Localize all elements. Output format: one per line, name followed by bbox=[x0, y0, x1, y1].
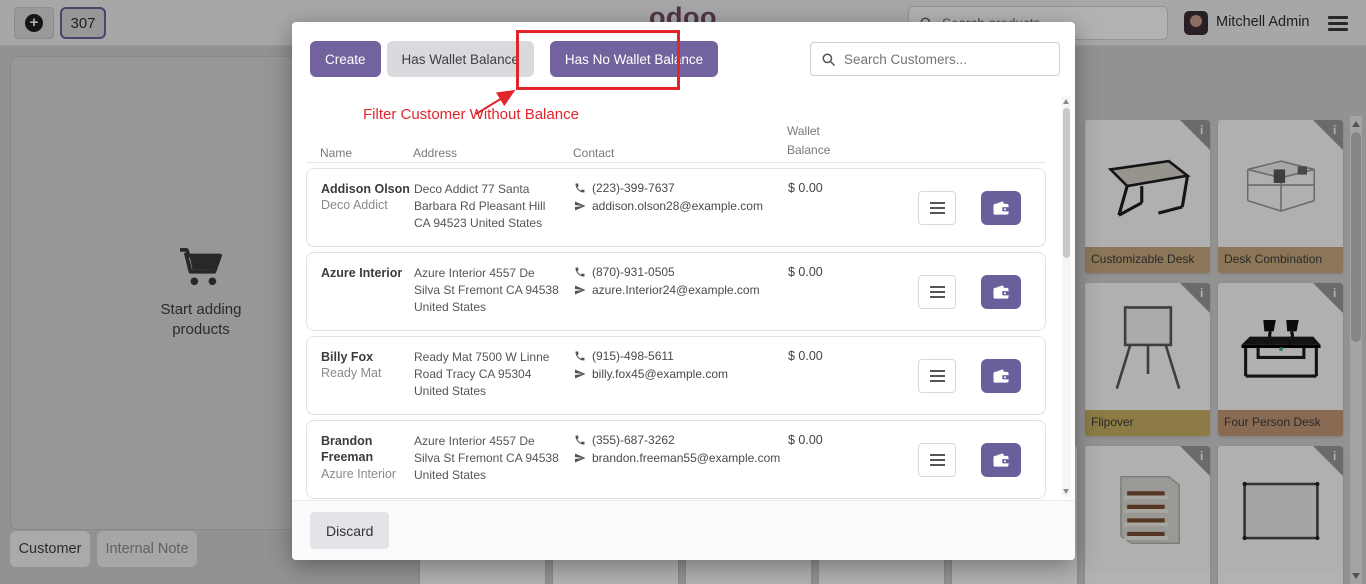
customer-search-input[interactable] bbox=[844, 52, 1049, 67]
customer-address: Ready Mat 7500 W Linne Road Tracy CA 953… bbox=[414, 349, 574, 399]
phone-icon bbox=[574, 182, 586, 194]
discard-button[interactable]: Discard bbox=[310, 512, 389, 549]
customer-details-button[interactable] bbox=[918, 359, 956, 393]
customer-wallet-button[interactable] bbox=[981, 443, 1021, 477]
table-row[interactable]: Brandon Freeman Azure Interior Azure Int… bbox=[306, 420, 1046, 499]
wallet-icon bbox=[991, 198, 1011, 218]
customer-search-box[interactable] bbox=[810, 42, 1060, 76]
customer-balance: $ 0.00 bbox=[788, 265, 858, 279]
customer-list: Addison Olson Deco Addict Deco Addict 77… bbox=[306, 168, 1046, 504]
customer-list-scrollbar[interactable] bbox=[1062, 96, 1071, 497]
modal-footer: Discard bbox=[292, 500, 1075, 560]
customer-wallet-button[interactable] bbox=[981, 275, 1021, 309]
customer-phone: (870)-931-0505 bbox=[592, 265, 675, 279]
modal-header: Create Has Wallet Balance Has No Wallet … bbox=[310, 41, 718, 77]
chevron-down-icon[interactable] bbox=[1063, 489, 1069, 494]
customer-email: addison.olson28@example.com bbox=[592, 199, 763, 213]
annotation-text: Filter Customer Without Balance bbox=[363, 106, 579, 123]
customer-company: Ready Mat bbox=[321, 365, 414, 383]
has-wallet-balance-button[interactable]: Has Wallet Balance bbox=[387, 41, 534, 77]
customer-details-button[interactable] bbox=[918, 443, 956, 477]
customer-name: Brandon Freeman bbox=[321, 433, 414, 466]
customer-details-button[interactable] bbox=[918, 275, 956, 309]
customer-email: azure.Interior24@example.com bbox=[592, 283, 760, 297]
customer-address: Azure Interior 4557 De Silva St Fremont … bbox=[414, 433, 574, 483]
customer-name: Azure Interior bbox=[321, 265, 414, 281]
phone-icon bbox=[574, 266, 586, 278]
wallet-icon bbox=[991, 366, 1011, 386]
customer-name: Addison Olson bbox=[321, 181, 414, 197]
phone-icon bbox=[574, 350, 586, 362]
table-row[interactable]: Billy Fox Ready Mat Ready Mat 7500 W Lin… bbox=[306, 336, 1046, 415]
send-icon bbox=[574, 284, 586, 296]
header-name: Name bbox=[320, 146, 413, 160]
customer-balance: $ 0.00 bbox=[788, 433, 858, 447]
customer-company: Azure Interior bbox=[321, 466, 414, 484]
customer-address: Azure Interior 4557 De Silva St Fremont … bbox=[414, 265, 574, 315]
customer-phone: (915)-498-5611 bbox=[592, 349, 674, 363]
header-contact: Contact bbox=[573, 146, 787, 160]
wallet-icon bbox=[991, 450, 1011, 470]
customer-name: Billy Fox bbox=[321, 349, 414, 365]
table-header: Name Address Contact Wallet Balance bbox=[306, 122, 1046, 160]
table-row[interactable]: Azure Interior Azure Interior 4557 De Si… bbox=[306, 252, 1046, 331]
customer-balance: $ 0.00 bbox=[788, 181, 858, 195]
customer-wallet-button[interactable] bbox=[981, 191, 1021, 225]
table-row[interactable]: Addison Olson Deco Addict Deco Addict 77… bbox=[306, 168, 1046, 247]
send-icon bbox=[574, 452, 586, 464]
pos-app: + 307 odoo Mitchell Admin Start adding p… bbox=[0, 0, 1366, 584]
send-icon bbox=[574, 368, 586, 380]
search-icon bbox=[821, 52, 836, 67]
chevron-up-icon[interactable] bbox=[1063, 99, 1069, 104]
customer-wallet-button[interactable] bbox=[981, 359, 1021, 393]
header-address: Address bbox=[413, 146, 573, 160]
customer-phone: (355)-687-3262 bbox=[592, 433, 675, 447]
customer-email: brandon.freeman55@example.com bbox=[592, 451, 780, 465]
has-no-wallet-balance-button[interactable]: Has No Wallet Balance bbox=[550, 41, 718, 77]
header-wallet-balance: Wallet Balance bbox=[787, 122, 841, 160]
create-button[interactable]: Create bbox=[310, 41, 381, 77]
customer-phone: (223)-399-7637 bbox=[592, 181, 675, 195]
customer-balance: $ 0.00 bbox=[788, 349, 858, 363]
customer-company: Deco Addict bbox=[321, 197, 414, 215]
header-divider bbox=[306, 162, 1046, 163]
wallet-icon bbox=[991, 282, 1011, 302]
customer-address: Deco Addict 77 Santa Barbara Rd Pleasant… bbox=[414, 181, 574, 231]
send-icon bbox=[574, 200, 586, 212]
scrollbar-thumb[interactable] bbox=[1063, 108, 1070, 258]
phone-icon bbox=[574, 434, 586, 446]
customer-list-modal: Create Has Wallet Balance Has No Wallet … bbox=[292, 22, 1075, 560]
customer-email: billy.fox45@example.com bbox=[592, 367, 728, 381]
customer-details-button[interactable] bbox=[918, 191, 956, 225]
